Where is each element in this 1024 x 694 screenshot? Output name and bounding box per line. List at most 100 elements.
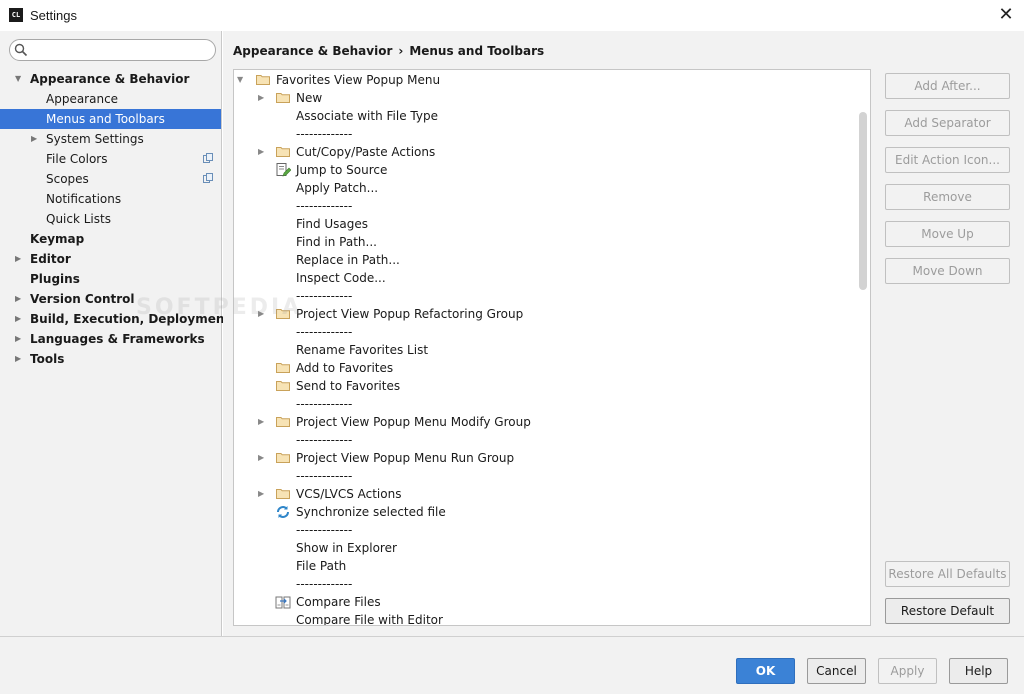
tree-node[interactable]: Show in Explorer (234, 539, 854, 557)
chevron-right-icon[interactable]: ▶ (15, 349, 21, 369)
apply-button[interactable]: Apply (878, 658, 937, 684)
sidebar-item-build-execution-deployment[interactable]: ▶ Build, Execution, Deployment (0, 309, 230, 329)
sidebar-item-file-colors[interactable]: File Colors (0, 149, 221, 169)
tree-separator[interactable]: ------------- (234, 431, 854, 449)
sidebar-item-languages-frameworks[interactable]: ▶ Languages & Frameworks (0, 329, 221, 349)
tree-node[interactable]: Synchronize selected file (234, 503, 854, 521)
tree-node-label: Rename Favorites List (296, 343, 429, 357)
tree-node[interactable]: Apply Patch... (234, 179, 854, 197)
remove-button[interactable]: Remove (885, 184, 1010, 210)
search-input[interactable] (32, 42, 212, 58)
cancel-button[interactable]: Cancel (807, 658, 866, 684)
move-down-button[interactable]: Move Down (885, 258, 1010, 284)
tree-node-label: New (296, 91, 323, 105)
tree-node[interactable]: ▶ Project View Popup Menu Modify Group (234, 413, 854, 431)
restore-all-defaults-button[interactable]: Restore All Defaults (885, 561, 1010, 587)
sidebar-item-plugins[interactable]: Plugins (0, 269, 221, 289)
tree-node[interactable]: Rename Favorites List (234, 341, 854, 359)
copy-icon (203, 173, 213, 183)
menu-tree[interactable]: ▼ Favorites View Popup Menu ▶ New Associate … (233, 69, 871, 626)
sidebar-item-quick-lists[interactable]: Quick Lists (0, 209, 221, 229)
chevron-right-icon[interactable]: ▶ (258, 89, 264, 107)
folder-icon (276, 417, 290, 427)
separator-label: ------------- (296, 469, 353, 483)
sidebar-item-label: Appearance & Behavior (30, 72, 190, 86)
folder-icon (276, 363, 290, 373)
chevron-right-icon[interactable]: ▶ (15, 289, 21, 309)
sidebar-item-label: Editor (30, 252, 71, 266)
tree-separator[interactable]: ------------- (234, 575, 854, 593)
tree-node-label: Inspect Code... (296, 271, 386, 285)
tree-node[interactable]: ▶ Cut/Copy/Paste Actions (234, 143, 854, 161)
tree-node[interactable]: Replace in Path... (234, 251, 854, 269)
tree-node[interactable]: ▶ Project View Popup Refactoring Group (234, 305, 854, 323)
sidebar-item-editor[interactable]: ▶ Editor (0, 249, 221, 269)
tree-separator[interactable]: ------------- (234, 521, 854, 539)
folder-icon (276, 489, 290, 499)
chevron-down-icon[interactable]: ▼ (237, 71, 243, 89)
tree-separator[interactable]: ------------- (234, 125, 854, 143)
tree-separator[interactable]: ------------- (234, 395, 854, 413)
add-after-button[interactable]: Add After... (885, 73, 1010, 99)
move-up-button[interactable]: Move Up (885, 221, 1010, 247)
tree-node[interactable]: Compare File with Editor (234, 611, 854, 625)
tree-node[interactable]: Find Usages (234, 215, 854, 233)
tree-node[interactable]: Jump to Source (234, 161, 854, 179)
content-header: Appearance & Behavior › Menus and Toolbars (223, 31, 1024, 69)
tree-node-label: Replace in Path... (296, 253, 400, 267)
sidebar-item-appearance[interactable]: Appearance (0, 89, 221, 109)
tree-node[interactable]: File Path (234, 557, 854, 575)
tree-root-node[interactable]: ▼ Favorites View Popup Menu (234, 71, 854, 89)
chevron-down-icon[interactable]: ▼ (15, 69, 21, 89)
add-separator-button[interactable]: Add Separator (885, 110, 1010, 136)
tree-node-label: Find Usages (296, 217, 369, 231)
tree-node-label: Project View Popup Refactoring Group (296, 307, 524, 321)
chevron-right-icon[interactable]: ▶ (15, 249, 21, 269)
app-logo-icon: CL (9, 8, 23, 22)
tree-separator[interactable]: ------------- (234, 197, 854, 215)
sidebar-item-notifications[interactable]: Notifications (0, 189, 221, 209)
search-box[interactable] (9, 39, 216, 61)
tree-scrollbar[interactable] (859, 112, 867, 290)
tree-separator[interactable]: ------------- (234, 323, 854, 341)
tree-separator[interactable]: ------------- (234, 287, 854, 305)
breadcrumb-separator: › (398, 44, 404, 58)
tree-node[interactable]: Send to Favorites (234, 377, 854, 395)
window-title: Settings (30, 8, 77, 23)
tree-node[interactable]: ▶ Project View Popup Menu Run Group (234, 449, 854, 467)
tree-node[interactable]: Associate with File Type (234, 107, 854, 125)
help-button[interactable]: Help (949, 658, 1008, 684)
chevron-right-icon[interactable]: ▶ (258, 413, 264, 431)
tree-node[interactable]: ▶ New (234, 89, 854, 107)
tree-node-label: VCS/LVCS Actions (296, 487, 402, 501)
tree-separator[interactable]: ------------- (234, 467, 854, 485)
tree-node-label: File Path (296, 559, 347, 573)
sidebar-item-menus-and-toolbars[interactable]: Menus and Toolbars (0, 109, 221, 129)
sidebar-item-scopes[interactable]: Scopes (0, 169, 221, 189)
sidebar-item-label: Notifications (46, 192, 122, 206)
sidebar-item-version-control[interactable]: ▶ Version Control (0, 289, 221, 309)
chevron-right-icon[interactable]: ▶ (258, 485, 264, 503)
sidebar-item-system-settings[interactable]: ▶ System Settings (0, 129, 221, 149)
tree-node-label: Synchronize selected file (296, 505, 446, 519)
tree-node[interactable]: ▶ VCS/LVCS Actions (234, 485, 854, 503)
chevron-right-icon[interactable]: ▶ (258, 449, 264, 467)
sidebar-item-keymap[interactable]: Keymap (0, 229, 221, 249)
chevron-right-icon[interactable]: ▶ (31, 129, 37, 149)
sidebar-item-tools[interactable]: ▶ Tools (0, 349, 221, 369)
close-icon[interactable]: ✕ (997, 6, 1015, 24)
tree-node[interactable]: Compare Files (234, 593, 854, 611)
tree-node[interactable]: Find in Path... (234, 233, 854, 251)
ok-button[interactable]: OK (736, 658, 795, 684)
restore-default-button[interactable]: Restore Default (885, 598, 1010, 624)
chevron-right-icon[interactable]: ▶ (258, 143, 264, 161)
sidebar-item-appearance-behavior[interactable]: ▼ Appearance & Behavior (0, 69, 221, 89)
chevron-right-icon[interactable]: ▶ (258, 305, 264, 323)
edit-action-icon-button[interactable]: Edit Action Icon... (885, 147, 1010, 173)
tree-node[interactable]: Add to Favorites (234, 359, 854, 377)
tree-node[interactable]: Inspect Code... (234, 269, 854, 287)
chevron-right-icon[interactable]: ▶ (15, 309, 21, 329)
sidebar-item-label: File Colors (46, 152, 108, 166)
sidebar-item-label: Appearance (46, 92, 119, 106)
chevron-right-icon[interactable]: ▶ (15, 329, 21, 349)
